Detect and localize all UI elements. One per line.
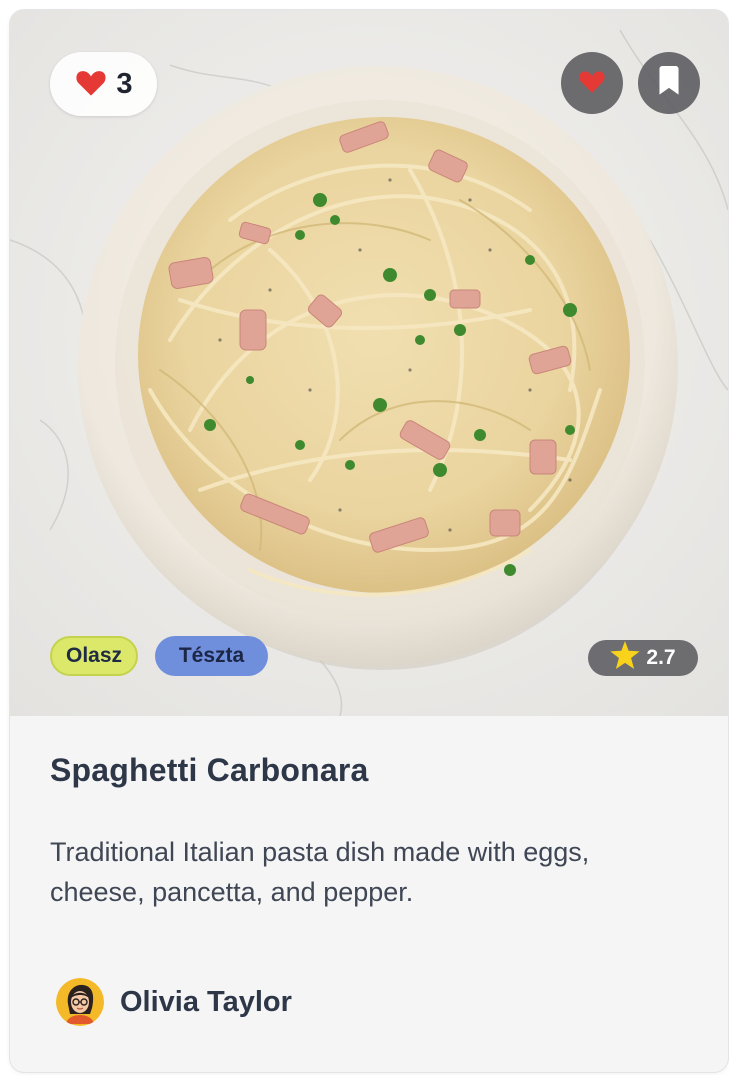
like-count-button[interactable]: 3	[50, 52, 157, 116]
favorite-button[interactable]	[561, 52, 623, 114]
tag-teszta[interactable]: Tészta	[155, 636, 268, 676]
author-link[interactable]: Olivia Taylor	[56, 978, 292, 1026]
recipe-image[interactable]: 3 Olasz Tészta 2.7	[10, 10, 728, 716]
like-count: 3	[116, 67, 133, 100]
heart-icon	[577, 68, 607, 99]
bookmark-button[interactable]	[638, 52, 700, 114]
avatar	[56, 978, 104, 1026]
recipe-card[interactable]: 3 Olasz Tészta 2.7 Spaghetti Carbonara T…	[10, 10, 728, 1072]
star-icon	[610, 641, 640, 675]
author-name: Olivia Taylor	[120, 985, 292, 1018]
heart-icon	[74, 67, 108, 102]
recipe-description: Traditional Italian pasta dish made with…	[50, 837, 590, 907]
recipe-title[interactable]: Spaghetti Carbonara	[50, 752, 369, 789]
bookmark-icon	[658, 65, 680, 101]
rating-badge: 2.7	[588, 640, 698, 676]
tag-olasz[interactable]: Olasz	[50, 636, 138, 676]
recipe-details: Spaghetti Carbonara Traditional Italian …	[10, 716, 728, 1072]
rating-value: 2.7	[646, 646, 676, 669]
